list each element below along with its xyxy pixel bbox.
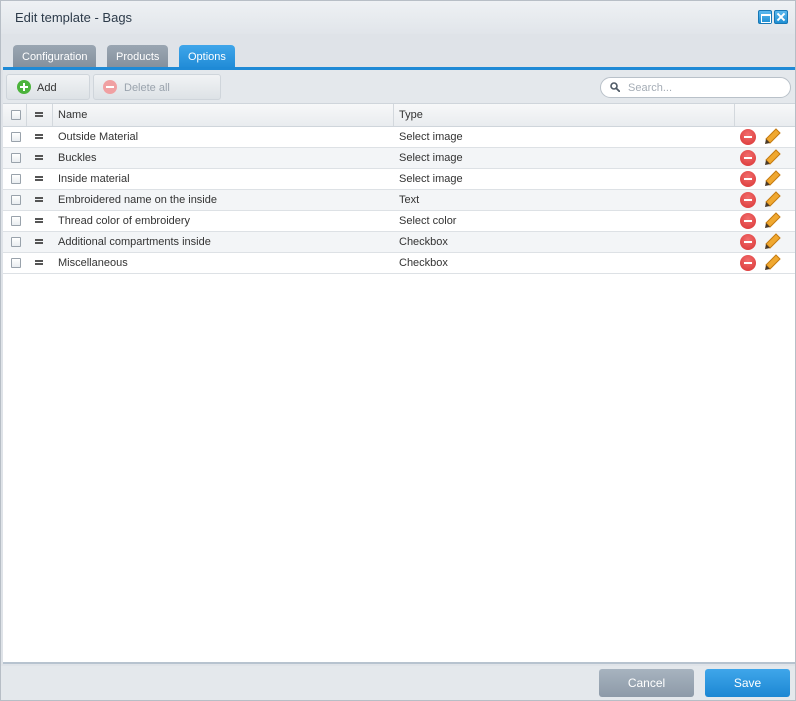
- table-row[interactable]: Outside Material Select image: [3, 127, 795, 148]
- row-name: Buckles: [58, 152, 97, 164]
- search-icon: [610, 82, 620, 92]
- pencil-icon[interactable]: [764, 170, 781, 187]
- row-name: Embroidered name on the inside: [58, 194, 217, 206]
- search-input[interactable]: [628, 80, 783, 95]
- row-checkbox[interactable]: [11, 132, 21, 142]
- row-type: Checkbox: [399, 236, 448, 248]
- add-item-button[interactable]: Add item: [6, 74, 90, 120]
- row-checkbox[interactable]: [11, 174, 21, 184]
- toolbar: Add item Delete all selected: [3, 70, 795, 120]
- row-type: Select color: [399, 215, 457, 227]
- drag-handle-icon[interactable]: [35, 239, 43, 244]
- pencil-icon[interactable]: [764, 149, 781, 166]
- remove-circle-icon[interactable]: [740, 129, 756, 145]
- header-drag-cell: [27, 104, 53, 126]
- remove-circle-icon[interactable]: [740, 234, 756, 250]
- cancel-button[interactable]: Cancel: [599, 669, 694, 697]
- tab-options[interactable]: Options: [179, 45, 235, 69]
- row-name: Miscellaneous: [58, 257, 128, 269]
- table-row[interactable]: Buckles Select image: [3, 148, 795, 169]
- search-box[interactable]: [600, 77, 791, 98]
- drag-handle-icon[interactable]: [35, 218, 43, 223]
- tab-bar: Configuration Products Options: [3, 35, 795, 69]
- remove-circle-icon[interactable]: [740, 213, 756, 229]
- dialog-footer: Cancel Save: [1, 666, 795, 700]
- row-name: Outside Material: [58, 131, 139, 143]
- drag-handle-icon[interactable]: [35, 134, 43, 139]
- table-row[interactable]: Embroidered name on the inside Text: [3, 190, 795, 211]
- drag-handle-icon: [35, 112, 43, 117]
- delete-all-selected-button[interactable]: Delete all selected: [93, 74, 221, 120]
- row-checkbox[interactable]: [11, 237, 21, 247]
- row-type: Select image: [399, 131, 463, 143]
- table-row[interactable]: Thread color of embroidery Select color: [3, 211, 795, 232]
- drag-handle-icon[interactable]: [35, 155, 43, 160]
- remove-circle-icon[interactable]: [740, 255, 756, 271]
- remove-circle-icon[interactable]: [740, 171, 756, 187]
- plus-circle-icon: [17, 80, 31, 94]
- table-row[interactable]: Additional compartments inside Checkbox: [3, 232, 795, 253]
- table-row[interactable]: Inside material Select image: [3, 169, 795, 190]
- row-checkbox[interactable]: [11, 216, 21, 226]
- tab-configuration[interactable]: Configuration: [13, 45, 97, 69]
- row-type: Select image: [399, 152, 463, 164]
- pencil-icon[interactable]: [764, 233, 781, 250]
- column-header-name[interactable]: Name: [53, 104, 394, 126]
- row-checkbox[interactable]: [11, 153, 21, 163]
- drag-handle-icon[interactable]: [35, 197, 43, 202]
- row-type: Text: [399, 194, 420, 206]
- save-button[interactable]: Save: [705, 669, 790, 697]
- pencil-icon[interactable]: [764, 191, 781, 208]
- row-type: Checkbox: [399, 257, 448, 269]
- remove-circle-icon[interactable]: [740, 150, 756, 166]
- row-name: Additional compartments inside: [58, 236, 211, 248]
- table-row[interactable]: Miscellaneous Checkbox: [3, 253, 795, 274]
- maximize-icon[interactable]: [758, 10, 772, 24]
- minus-circle-icon: [103, 80, 117, 94]
- pencil-icon[interactable]: [764, 128, 781, 145]
- row-checkbox[interactable]: [11, 195, 21, 205]
- title-bar[interactable]: Edit template - Bags: [1, 1, 795, 34]
- options-grid: Name Type Outside Material Select image …: [3, 104, 795, 664]
- select-all-checkbox[interactable]: [11, 110, 21, 120]
- pencil-icon[interactable]: [764, 212, 781, 229]
- column-header-type[interactable]: Type: [394, 104, 735, 126]
- header-select-cell: [3, 104, 27, 126]
- row-name: Thread color of embroidery: [58, 215, 191, 227]
- row-name: Inside material: [58, 173, 130, 185]
- remove-circle-icon[interactable]: [740, 192, 756, 208]
- row-type: Select image: [399, 173, 463, 185]
- edit-template-window: Edit template - Bags Configuration Produ…: [0, 0, 796, 701]
- window-title: Edit template - Bags: [15, 10, 133, 25]
- row-checkbox[interactable]: [11, 258, 21, 268]
- column-header-actions: [735, 104, 795, 126]
- grid-header: Name Type: [3, 104, 795, 127]
- tab-products[interactable]: Products: [107, 45, 169, 69]
- drag-handle-icon[interactable]: [35, 260, 43, 265]
- drag-handle-icon[interactable]: [35, 176, 43, 181]
- pencil-icon[interactable]: [764, 254, 781, 271]
- close-icon[interactable]: [774, 10, 788, 24]
